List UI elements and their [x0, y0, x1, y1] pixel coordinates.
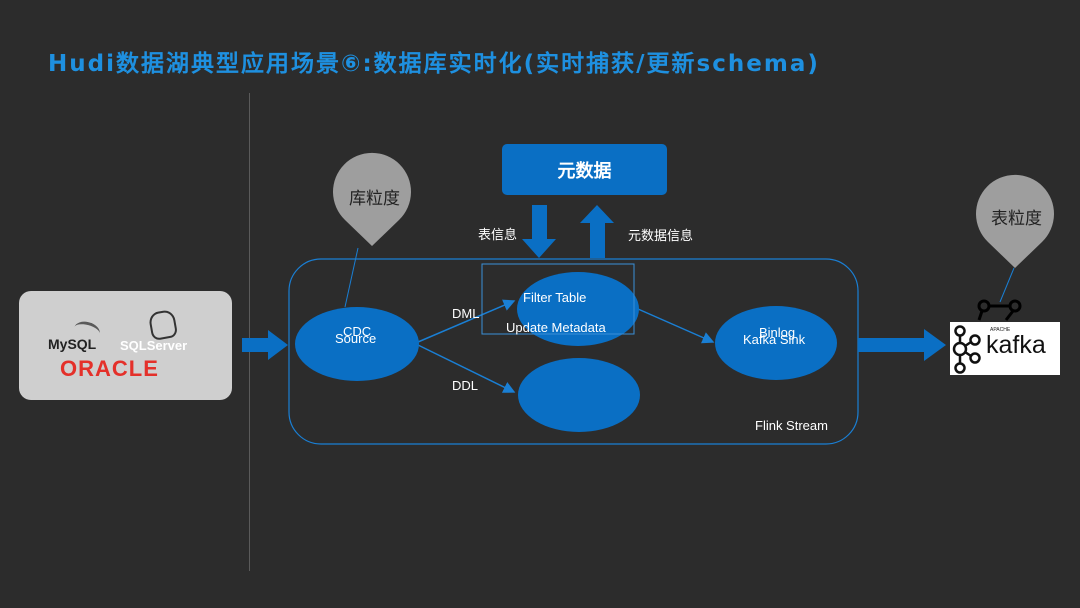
kafka-logo-icon [952, 325, 981, 374]
slide: { "title": "Hudi数据湖典型应用场景⑥:数据库实时化(实时捕获/更… [0, 0, 1080, 608]
kafka-wordmark: kafka [986, 331, 1046, 359]
